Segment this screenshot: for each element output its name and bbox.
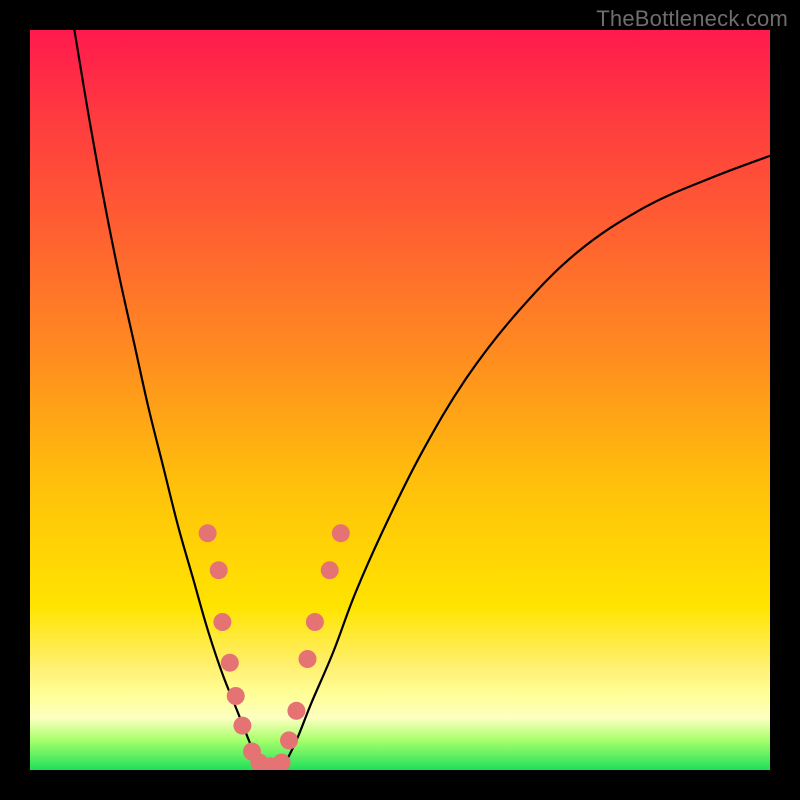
marker-dot	[321, 561, 339, 579]
marker-dot	[233, 717, 251, 735]
chart-svg	[30, 30, 770, 770]
marker-dot	[213, 613, 231, 631]
marker-dot	[250, 754, 268, 770]
chart-frame: TheBottleneck.com	[0, 0, 800, 800]
marker-dot	[199, 524, 217, 542]
chart-plot-area	[30, 30, 770, 770]
curve-left-curve	[74, 30, 263, 770]
marker-dot	[299, 650, 317, 668]
marker-dot	[287, 702, 305, 720]
marker-dot	[210, 561, 228, 579]
marker-dot	[221, 654, 239, 672]
marker-dot	[262, 757, 280, 770]
watermark-text: TheBottleneck.com	[596, 6, 788, 32]
marker-dot	[227, 687, 245, 705]
marker-dot	[306, 613, 324, 631]
marker-dot	[273, 754, 291, 770]
marker-dot	[280, 731, 298, 749]
marker-dot	[332, 524, 350, 542]
curve-right-curve	[282, 156, 770, 770]
marker-dot	[243, 743, 261, 761]
